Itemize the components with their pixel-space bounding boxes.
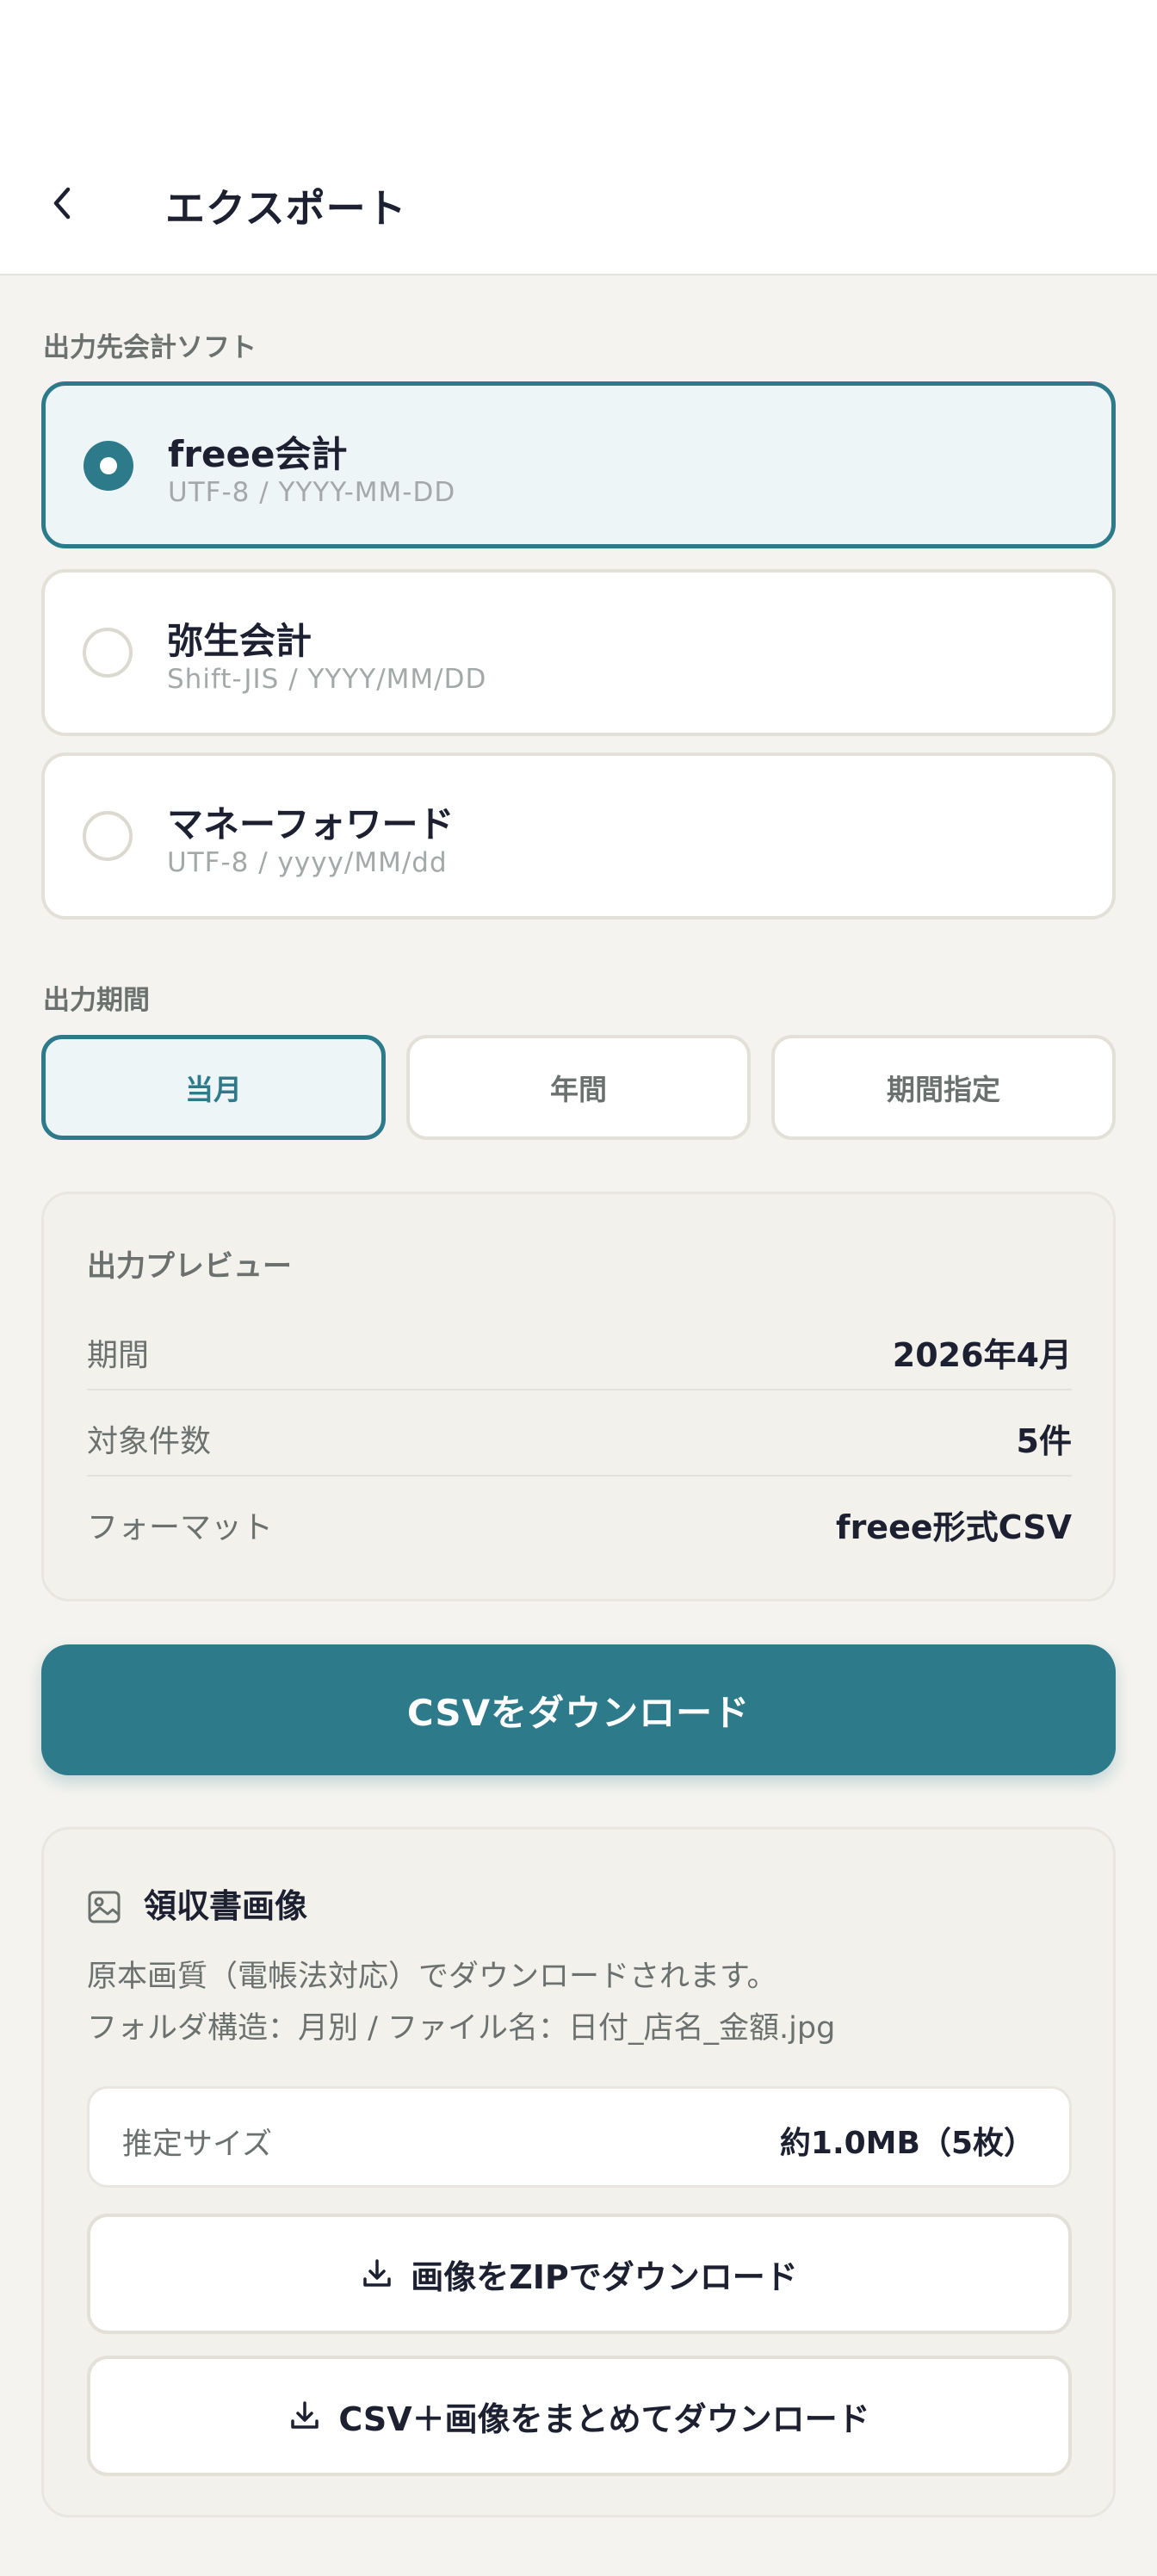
- software-option-name: freee会計: [168, 433, 348, 475]
- period-option-year[interactable]: 年間: [406, 1035, 751, 1140]
- software-option-format: Shift-JIS / YYYY/MM/DD: [167, 664, 487, 695]
- receipt-images-folder-structure: フォルダ構造：月別 / ファイル名：日付_店名_金額.jpg: [87, 2011, 836, 2046]
- preview-row-value: 2026年4月: [892, 1336, 1072, 1374]
- estimated-size-label: 推定サイズ: [122, 2127, 272, 2162]
- output-preview-card: 出力プレビュー 期間 2026年4月 対象件数 5件 フォーマット freee形…: [41, 1192, 1116, 1601]
- image-icon: [88, 1891, 121, 1923]
- radio-unselected-icon: [83, 811, 133, 861]
- estimated-size-value: 約1.0MB（5枚）: [779, 2126, 1035, 2161]
- preview-row-value: 5件: [1016, 1422, 1072, 1460]
- receipt-images-card: 領収書画像 原本画質（電帳法対応）でダウンロードされます。 フォルダ構造：月別 …: [41, 1827, 1116, 2517]
- period-section-label: 出力期間: [43, 985, 150, 1016]
- preview-row-count: 対象件数 5件: [87, 1392, 1072, 1477]
- zip-download-label: 画像をZIPでダウンロード: [411, 2257, 798, 2296]
- download-icon: [363, 2259, 391, 2287]
- software-option-moneyforward[interactable]: マネーフォワード UTF-8 / yyyy/MM/dd: [41, 752, 1116, 920]
- preview-row-label: フォーマット: [87, 1510, 274, 1545]
- receipt-images-title: 領収書画像: [144, 1887, 308, 1925]
- estimated-size-box: 推定サイズ 約1.0MB（5枚）: [87, 2086, 1072, 2188]
- chevron-left-icon: [53, 187, 71, 220]
- receipt-images-description: 原本画質（電帳法対応）でダウンロードされます。: [87, 1960, 777, 1994]
- software-option-yayoi[interactable]: 弥生会計 Shift-JIS / YYYY/MM/DD: [41, 569, 1116, 736]
- page-title: エクスポート: [165, 185, 407, 232]
- software-option-name: マネーフォワード: [167, 803, 455, 845]
- preview-row-label: 対象件数: [87, 1424, 212, 1459]
- period-option-current-month[interactable]: 当月: [41, 1035, 386, 1140]
- csv-download-button[interactable]: CSVをダウンロード: [41, 1644, 1116, 1775]
- bundle-download-label: CSV＋画像をまとめてダウンロード: [338, 2400, 870, 2438]
- preview-row-value: freee形式CSV: [836, 1508, 1072, 1546]
- preview-row-label: 期間: [87, 1338, 150, 1373]
- back-button[interactable]: [38, 174, 86, 232]
- software-section-label: 出力先会計ソフト: [43, 332, 257, 363]
- preview-title: 出力プレビュー: [87, 1249, 292, 1284]
- period-option-custom[interactable]: 期間指定: [771, 1035, 1116, 1140]
- zip-download-button[interactable]: 画像をZIPでダウンロード: [87, 2214, 1072, 2334]
- radio-unselected-icon: [83, 628, 133, 678]
- preview-row-period: 期間 2026年4月: [87, 1306, 1072, 1390]
- software-option-freee[interactable]: freee会計 UTF-8 / YYYY-MM-DD: [41, 381, 1116, 548]
- software-option-format: UTF-8 / YYYY-MM-DD: [168, 477, 456, 508]
- app-header: エクスポート: [0, 0, 1157, 276]
- software-option-name: 弥生会計: [167, 620, 312, 662]
- preview-row-format: フォーマット freee形式CSV: [87, 1478, 1072, 1563]
- radio-selected-icon: [84, 441, 133, 491]
- software-option-format: UTF-8 / yyyy/MM/dd: [167, 847, 448, 878]
- download-icon: [291, 2401, 319, 2429]
- bundle-download-button[interactable]: CSV＋画像をまとめてダウンロード: [87, 2356, 1072, 2476]
